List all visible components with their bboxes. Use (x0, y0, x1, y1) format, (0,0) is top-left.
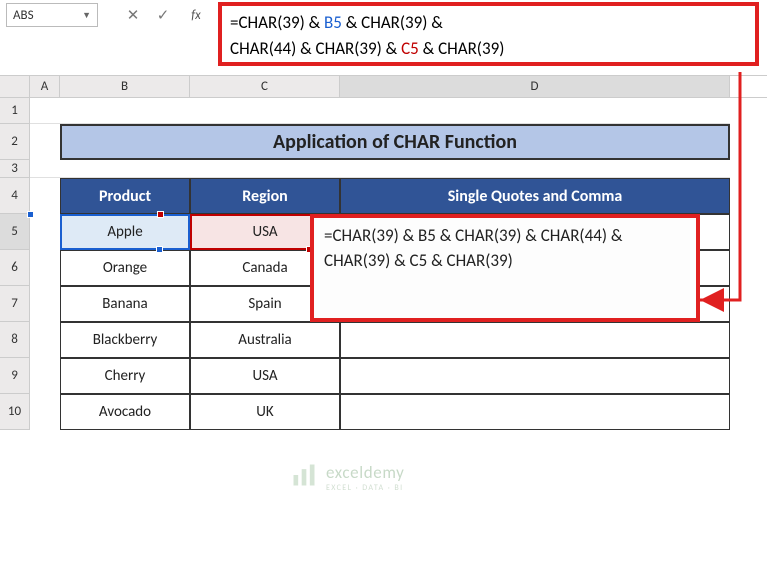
cell-b8[interactable]: Blackberry (60, 322, 190, 358)
cell-c8[interactable]: Australia (190, 322, 340, 358)
column-headers: A B C D (0, 76, 767, 98)
colhead-a[interactable]: A (30, 76, 60, 97)
col-region[interactable]: Region (190, 178, 340, 214)
name-box-text: ABS (13, 8, 82, 23)
blank-row-3[interactable] (30, 160, 730, 178)
selection-handle-c5[interactable] (157, 211, 164, 218)
data-table: Product Region Single Quotes and Comma A… (30, 178, 730, 430)
cell-edit-text: =CHAR(39) & B5 & CHAR(39) & CHAR(44) & C… (324, 224, 686, 273)
row-headers: 1 2 3 4 5 6 7 8 9 10 (0, 98, 30, 430)
watermark: exceldemy EXCEL · DATA · BI (290, 461, 404, 494)
cell-c10[interactable]: UK (190, 394, 340, 430)
table-row: Blackberry Australia (60, 322, 730, 358)
rowhead-10[interactable]: 10 (0, 394, 30, 430)
formula-input[interactable]: =CHAR(39) & B5 & CHAR(39) & CHAR(44) & C… (218, 2, 759, 66)
cell-b7[interactable]: Banana (60, 286, 190, 322)
rowhead-2[interactable]: 2 (0, 124, 30, 160)
watermark-icon (290, 461, 318, 494)
watermark-tagline: EXCEL · DATA · BI (326, 483, 404, 493)
cell-b5[interactable]: Apple (60, 214, 190, 250)
enter-button[interactable]: ✓ (148, 3, 178, 27)
table-header-row: Product Region Single Quotes and Comma (60, 178, 730, 214)
rowhead-5[interactable]: 5 (0, 214, 30, 250)
rowhead-7[interactable]: 7 (0, 286, 30, 322)
cell-d9[interactable] (340, 358, 730, 394)
cell-d8[interactable] (340, 322, 730, 358)
rowhead-1[interactable]: 1 (0, 98, 30, 124)
rowhead-4[interactable]: 4 (0, 178, 30, 214)
enter-icon: ✓ (157, 6, 170, 25)
rowhead-8[interactable]: 8 (0, 322, 30, 358)
cancel-icon: ✕ (127, 6, 140, 25)
watermark-name: exceldemy (326, 462, 404, 483)
rowhead-3[interactable]: 3 (0, 160, 30, 178)
cell-edit-overlay[interactable]: =CHAR(39) & B5 & CHAR(39) & CHAR(44) & C… (310, 214, 700, 322)
formula-ref-c5: C5 (401, 38, 419, 59)
select-all-corner[interactable] (0, 76, 30, 97)
colhead-b[interactable]: B (60, 76, 190, 97)
formula-bar: ABS ▼ ✕ ✓ fx =CHAR(39) & B5 & CHAR(39) &… (0, 0, 767, 76)
rowhead-6[interactable]: 6 (0, 250, 30, 286)
selection-handle-b5[interactable] (27, 211, 34, 218)
cancel-button[interactable]: ✕ (118, 3, 148, 27)
formula-ref-b5: B5 (324, 12, 342, 33)
blank-row-1[interactable] (30, 98, 730, 124)
cell-b9[interactable]: Cherry (60, 358, 190, 394)
name-box-drop-icon[interactable]: ▼ (82, 10, 91, 21)
fx-icon[interactable]: fx (178, 3, 214, 27)
spreadsheet-grid[interactable]: A B C D 1 2 3 4 5 6 7 8 9 10 Application… (0, 76, 767, 98)
name-box[interactable]: ABS ▼ (6, 3, 98, 27)
cell-c9[interactable]: USA (190, 358, 340, 394)
table-row: Avocado UK (60, 394, 730, 430)
cell-b10[interactable]: Avocado (60, 394, 190, 430)
table-row: Cherry USA (60, 358, 730, 394)
cell-b6[interactable]: Orange (60, 250, 190, 286)
colhead-d[interactable]: D (340, 76, 730, 97)
sheet-content: Application of CHAR Function Product Reg… (30, 98, 730, 430)
sheet-title[interactable]: Application of CHAR Function (60, 124, 730, 160)
rowhead-9[interactable]: 9 (0, 358, 30, 394)
selection-handle-b5[interactable] (156, 246, 163, 253)
col-product[interactable]: Product (60, 178, 190, 214)
col-singlequotes[interactable]: Single Quotes and Comma (340, 178, 730, 214)
cell-d10[interactable] (340, 394, 730, 430)
colhead-c[interactable]: C (190, 76, 340, 97)
